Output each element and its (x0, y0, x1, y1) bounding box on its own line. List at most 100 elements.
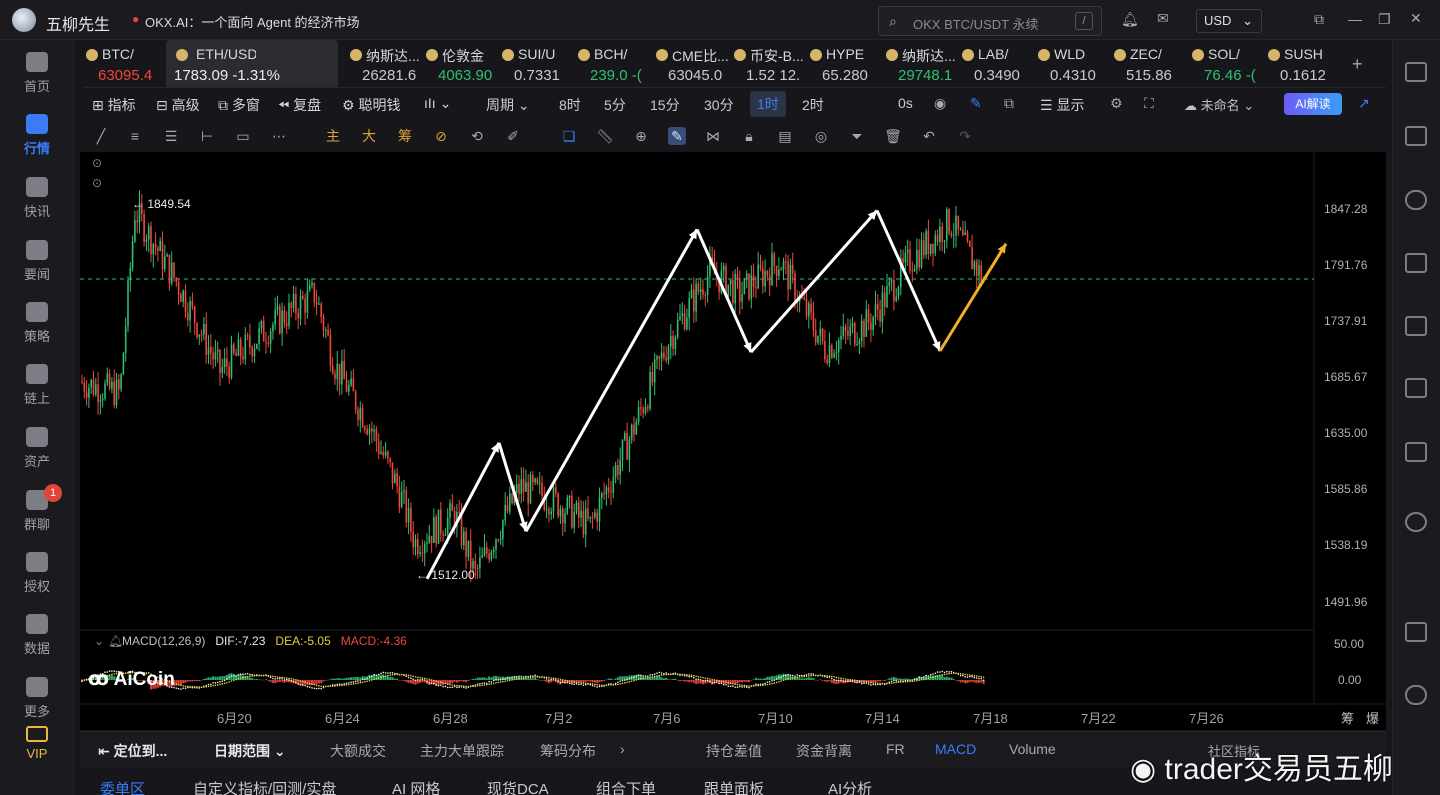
liquidation-label[interactable]: 爆 (1366, 708, 1379, 727)
ticker-item[interactable]: ZEC/515.86 (1112, 40, 1188, 87)
bot-icon[interactable] (1405, 442, 1427, 462)
clear-format-icon[interactable]: ⊘ (432, 127, 450, 145)
period-1h[interactable]: 1时 (750, 91, 786, 117)
avatar[interactable] (12, 8, 36, 32)
close-icon[interactable]: ✕ (1410, 10, 1422, 27)
sidebar-item-more[interactable]: 更多 (0, 677, 74, 720)
eye-icon[interactable]: ◎ (812, 127, 830, 145)
brush-icon[interactable]: ✎ (668, 127, 686, 145)
tab-copy-trade[interactable]: 跟单面板 (704, 778, 764, 795)
large-order-tool[interactable]: 大 (360, 127, 378, 145)
ticker-item[interactable]: 纳斯达... 26281.6 (348, 40, 422, 87)
ticker-item[interactable]: SUSH 0.1612 (1266, 40, 1346, 87)
period-30m[interactable]: 30分 (704, 95, 734, 115)
price-chart[interactable]: ⊙ ⊙ ← 1849.54 ← 1512.00 1847.28 1791.76 … (80, 152, 1386, 730)
sidebar-item-headlines[interactable]: 要闻 (0, 240, 74, 283)
main-force-tool[interactable]: 主 (324, 127, 342, 145)
ticker-item[interactable]: CME比... 63045.0 (654, 40, 730, 87)
ticker-item[interactable]: BCH/239.0 -( (576, 40, 652, 87)
sidebar-item-assets[interactable]: 资产 (0, 427, 74, 470)
share-icon[interactable]: ↗ (1358, 95, 1370, 112)
tab-ai-grid[interactable]: AI 网格 (392, 778, 440, 795)
tab-combo-order[interactable]: 组合下单 (596, 778, 656, 795)
list-icon[interactable] (1405, 62, 1427, 82)
trendline-icon[interactable]: ╱ (92, 127, 110, 145)
tab-main-orders[interactable]: 主力大单跟踪 (420, 741, 504, 761)
sidebar-item-flash[interactable]: 快讯 (0, 177, 74, 220)
horizontal-lines-icon[interactable]: ☰ (162, 127, 180, 145)
ticker-item[interactable]: BTC/63095.4 (84, 40, 162, 87)
horizontal-ray-icon[interactable]: ⊢ (198, 127, 216, 145)
ticker-item[interactable]: WLD 0.4310 (1036, 40, 1110, 87)
collapse-arrow-icon[interactable]: ⊙ (92, 176, 102, 190)
bell-icon[interactable]: 🔔︎ (108, 634, 123, 648)
mail-icon[interactable]: ✉ (1157, 10, 1169, 27)
exchange-icon[interactable] (1405, 512, 1427, 532)
redo-icon[interactable]: ↷ (956, 127, 974, 145)
period-2h[interactable]: 2时 (802, 95, 824, 115)
popout-icon[interactable]: ⧉ (1314, 11, 1324, 28)
monitor-icon[interactable] (1405, 316, 1427, 336)
multi-window-button[interactable]: ⧉ 多窗 (218, 95, 260, 115)
username[interactable]: 五柳先生 (46, 11, 110, 35)
parallel-lines-icon[interactable]: ≡ (126, 127, 144, 145)
camera-icon[interactable]: ◉ (934, 95, 946, 112)
advanced-button[interactable]: ⊟ 高级 (156, 95, 200, 115)
lock-icon[interactable]: 🔒︎ (740, 127, 758, 145)
tab-fr[interactable]: FR (886, 741, 905, 757)
fullscreen-icon[interactable]: ⛶ (1144, 95, 1154, 112)
scroll-right-icon[interactable]: › (620, 741, 625, 757)
period-select[interactable]: 周期 ⌄ (486, 95, 530, 115)
sync-icon[interactable]: ⟲ (468, 127, 486, 145)
date-range-select[interactable]: 日期范围 ⌄ (214, 741, 286, 761)
tab-divergence[interactable]: 资金背离 (796, 741, 852, 761)
ai-read-button[interactable]: AI解读 (1284, 93, 1342, 115)
chip-tool[interactable]: 筹 (396, 127, 414, 145)
tab-spot-dca[interactable]: 现货DCA (487, 778, 549, 795)
template-icon[interactable]: ▤ (776, 127, 794, 145)
restore-icon[interactable]: ❐ (1378, 11, 1391, 28)
tab-macd[interactable]: MACD (935, 741, 976, 757)
tab-ai-analysis[interactable]: AI分析 (828, 778, 872, 795)
indicator-button[interactable]: ⊞ 指标 (92, 95, 136, 115)
period-8h[interactable]: 8时 (559, 95, 581, 115)
new-window-icon[interactable]: ⧉ (1004, 95, 1014, 112)
news-ticker[interactable]: OKX.AI：一个面向 Agent 的经济市场 (145, 12, 360, 31)
ticker-item[interactable]: LAB/0.3490 (960, 40, 1034, 87)
tab-chips[interactable]: 筹码分布 (540, 741, 596, 761)
tab-custom-indicator[interactable]: 自定义指标/回测/实盘 (193, 778, 336, 795)
chart-type-select[interactable]: ıIı ⌄ (424, 95, 451, 112)
layout-select[interactable]: ☁ 未命名 ⌄ (1184, 95, 1254, 114)
bell-icon[interactable]: 🔔︎ (1121, 11, 1139, 28)
ticker-item[interactable]: SUI/U 0.7331 (500, 40, 574, 87)
sidebar-item-home[interactable]: 首页 (0, 52, 74, 95)
dollar-icon[interactable] (1405, 190, 1427, 210)
sidebar-item-authorize[interactable]: 授权 (0, 552, 74, 595)
sidebar-item-strategy[interactable]: 策略 (0, 302, 74, 345)
sidebar-item-market[interactable]: 行情 (0, 114, 74, 157)
tab-large-trades[interactable]: 大额成交 (330, 741, 386, 761)
ticker-item[interactable]: 币安-B... 1.52 12. (732, 40, 806, 87)
locate-button[interactable]: ⇤ 定位到... (98, 741, 167, 761)
sidebar-item-onchain[interactable]: 链上 (0, 364, 74, 407)
undo-icon[interactable]: ↶ (920, 127, 938, 145)
rectangle-icon[interactable]: ▭ (234, 127, 252, 145)
tab-oi-diff[interactable]: 持仓差值 (706, 741, 762, 761)
tab-volume[interactable]: Volume (1009, 741, 1056, 757)
ticker-item[interactable]: SOL/76.46 -( (1190, 40, 1264, 87)
ticker-item[interactable]: 伦敦金 4063.90 (424, 40, 498, 87)
notes-icon[interactable] (1405, 126, 1427, 146)
ticker-item[interactable]: ETH/USDT 1783.09 -1.31% (166, 40, 338, 87)
filter-icon[interactable]: ⏷ (848, 127, 866, 145)
collapse-arrow-icon[interactable]: ⊙ (92, 156, 102, 170)
minimize-icon[interactable]: — (1348, 11, 1362, 27)
headset-icon[interactable] (1405, 685, 1427, 705)
copy-icon[interactable]: ❏ (560, 127, 578, 145)
period-15m[interactable]: 15分 (650, 95, 680, 115)
layout-icon[interactable] (1405, 622, 1427, 642)
search-input[interactable]: ⌕ OKX BTC/USDT 永续 / (878, 6, 1102, 36)
currency-select[interactable]: USD ⌄ (1196, 9, 1262, 33)
collapse-icon[interactable]: ⌄ (94, 634, 104, 648)
more-tools-icon[interactable]: ⋯ (270, 127, 288, 145)
sidebar-item-vip[interactable]: VIP (0, 726, 74, 761)
